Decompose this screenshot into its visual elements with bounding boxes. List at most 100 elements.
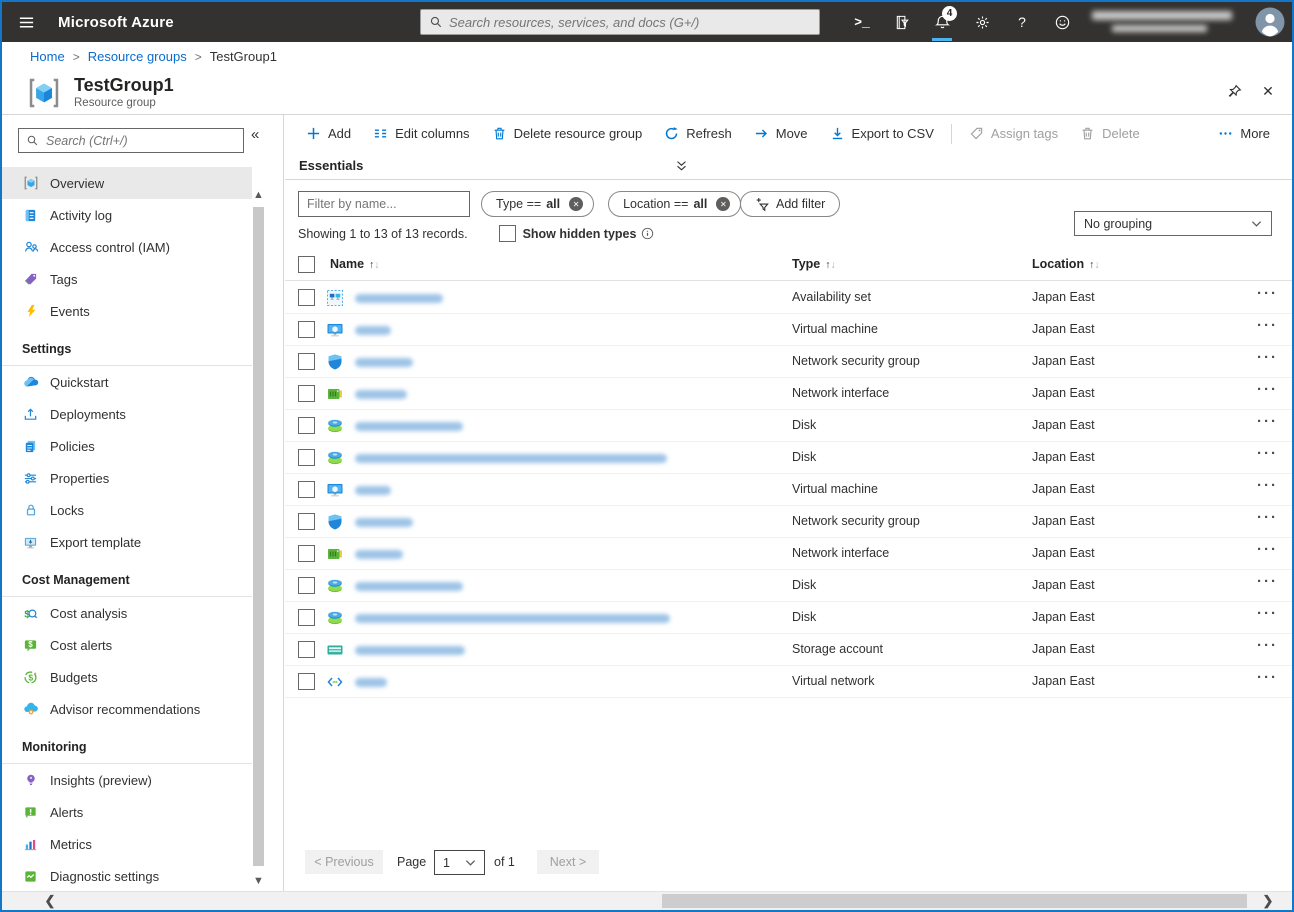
select-all-checkbox[interactable] [298, 256, 315, 273]
pin-icon[interactable] [1224, 81, 1244, 101]
command-button[interactable]: Move [743, 119, 819, 149]
sidebar-item[interactable]: $ Budgets [2, 661, 252, 693]
global-search-input[interactable] [449, 15, 811, 30]
sidebar-item[interactable]: Overview [2, 167, 252, 199]
grouping-select[interactable]: No grouping [1074, 211, 1272, 236]
row-context-menu-icon[interactable]: ··· [1257, 445, 1278, 462]
row-context-menu-icon[interactable]: ··· [1257, 349, 1278, 366]
previous-page-button[interactable]: < Previous [305, 850, 383, 874]
avatar[interactable] [1250, 2, 1290, 42]
row-checkbox[interactable] [298, 321, 315, 338]
resource-name-redacted[interactable] [355, 550, 403, 559]
row-context-menu-icon[interactable]: ··· [1257, 605, 1278, 622]
resource-name-redacted[interactable] [355, 486, 391, 495]
sidebar-item[interactable]: Properties [2, 462, 252, 494]
row-context-menu-icon[interactable]: ··· [1257, 637, 1278, 654]
show-hidden-types-checkbox[interactable] [499, 225, 516, 242]
scroll-down-icon[interactable]: ▼ [251, 873, 266, 888]
notifications-button[interactable]: 4 [922, 2, 962, 42]
feedback-button[interactable] [1042, 2, 1082, 42]
sidebar-item[interactable]: Insights (preview) [2, 764, 252, 796]
command-button[interactable]: Delete resource group [481, 119, 654, 149]
row-checkbox[interactable] [298, 513, 315, 530]
sidebar-item[interactable]: Alerts [2, 796, 252, 828]
more-button[interactable]: More [1210, 118, 1278, 148]
row-checkbox[interactable] [298, 673, 315, 690]
row-context-menu-icon[interactable]: ··· [1257, 669, 1278, 686]
row-checkbox[interactable] [298, 545, 315, 562]
resource-name-redacted[interactable] [355, 390, 407, 399]
row-checkbox[interactable] [298, 481, 315, 498]
row-checkbox[interactable] [298, 641, 315, 658]
row-checkbox[interactable] [298, 609, 315, 626]
sidebar-item[interactable]: Metrics [2, 828, 252, 860]
cloud-shell-button[interactable]: >_ [842, 2, 882, 42]
resource-name-redacted[interactable] [355, 582, 463, 591]
sidebar-item[interactable]: $ Cost analysis [2, 597, 252, 629]
horizontal-scrollbar[interactable]: ❮ ❯ [2, 891, 1292, 910]
row-context-menu-icon[interactable]: ··· [1257, 413, 1278, 430]
row-context-menu-icon[interactable]: ··· [1257, 509, 1278, 526]
column-header-type[interactable]: Type↑↓ [792, 257, 836, 271]
help-button[interactable]: ? [1002, 2, 1042, 42]
scroll-left-icon[interactable]: ❮ [38, 892, 62, 910]
sidebar-item[interactable]: Quickstart [2, 366, 252, 398]
column-header-location[interactable]: Location↑↓ [1032, 257, 1100, 271]
row-checkbox[interactable] [298, 577, 315, 594]
add-filter-button[interactable]: Add filter [740, 191, 840, 217]
scroll-right-icon[interactable]: ❯ [1256, 892, 1280, 910]
filter-pill[interactable]: Type == all ✕ [481, 191, 594, 217]
resource-name-redacted[interactable] [355, 358, 413, 367]
sidebar-item[interactable]: Tags [2, 263, 252, 295]
global-search[interactable] [420, 9, 820, 35]
scroll-up-icon[interactable]: ▲ [251, 187, 266, 202]
next-page-button[interactable]: Next > [537, 850, 599, 874]
resource-name-redacted[interactable] [355, 326, 391, 335]
horizontal-scroll-thumb[interactable] [662, 894, 1247, 908]
row-checkbox[interactable] [298, 449, 315, 466]
row-checkbox[interactable] [298, 353, 315, 370]
column-header-name[interactable]: Name↑↓ [330, 257, 380, 271]
row-context-menu-icon[interactable]: ··· [1257, 573, 1278, 590]
resource-name-redacted[interactable] [355, 646, 465, 655]
filter-by-name-input[interactable] [298, 191, 470, 217]
info-icon[interactable] [641, 227, 654, 240]
sidebar-collapse-button[interactable]: « [251, 126, 259, 143]
sidebar-item[interactable]: Events [2, 295, 252, 327]
resource-name-redacted[interactable] [355, 454, 667, 463]
resource-name-redacted[interactable] [355, 422, 463, 431]
row-context-menu-icon[interactable]: ··· [1257, 381, 1278, 398]
breadcrumb-home[interactable]: Home [30, 49, 65, 64]
sidebar-search-input[interactable] [46, 134, 236, 148]
row-checkbox[interactable] [298, 417, 315, 434]
remove-filter-icon[interactable]: ✕ [569, 197, 583, 211]
row-context-menu-icon[interactable]: ··· [1257, 541, 1278, 558]
hamburger-menu-icon[interactable] [2, 2, 50, 42]
sidebar-item[interactable]: $ Cost alerts [2, 629, 252, 661]
filter-pill[interactable]: Location == all ✕ [608, 191, 741, 217]
command-button[interactable]: Refresh [653, 119, 743, 149]
resource-name-redacted[interactable] [355, 678, 387, 687]
sidebar-item[interactable]: Deployments [2, 398, 252, 430]
command-button[interactable]: Export to CSV [819, 119, 945, 149]
resource-name-redacted[interactable] [355, 294, 443, 303]
command-button[interactable]: Add [295, 119, 362, 149]
sidebar-item[interactable]: Access control (IAM) [2, 231, 252, 263]
command-button[interactable]: Delete [1069, 119, 1151, 149]
resource-name-redacted[interactable] [355, 518, 413, 527]
sidebar-search[interactable] [18, 128, 244, 153]
sidebar-item[interactable]: Export template [2, 526, 252, 558]
row-context-menu-icon[interactable]: ··· [1257, 477, 1278, 494]
sidebar-scroll-thumb[interactable] [253, 207, 264, 866]
sidebar-item[interactable]: Activity log [2, 199, 252, 231]
command-button[interactable]: Assign tags [958, 119, 1069, 149]
resource-name-redacted[interactable] [355, 614, 670, 623]
sidebar-item[interactable]: Advisor recommendations [2, 693, 252, 725]
sidebar-item[interactable]: Policies [2, 430, 252, 462]
settings-button[interactable] [962, 2, 1002, 42]
essentials-expand-icon[interactable] [675, 160, 688, 172]
row-checkbox[interactable] [298, 385, 315, 402]
account-info-redacted[interactable] [1082, 2, 1250, 42]
sidebar-item[interactable]: Diagnostic settings [2, 860, 252, 891]
row-context-menu-icon[interactable]: ··· [1257, 317, 1278, 334]
